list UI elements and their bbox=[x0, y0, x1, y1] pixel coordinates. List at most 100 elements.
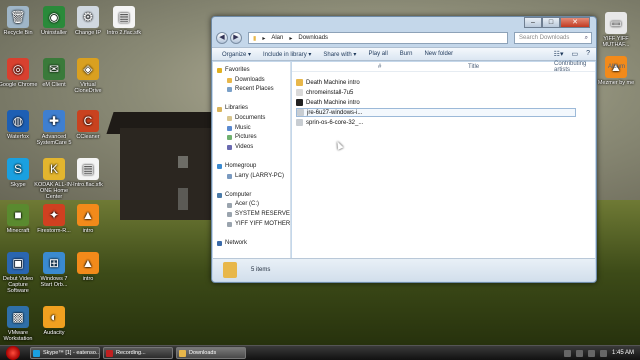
nav-label: Documents bbox=[235, 114, 266, 121]
taskbar-label: Recording... bbox=[116, 350, 146, 356]
desktop-icon[interactable]: ▲ intro bbox=[68, 252, 108, 282]
app-icon: ▤ bbox=[113, 6, 135, 28]
desktop-icon[interactable]: ▲ Mezmer by me bbox=[596, 56, 636, 86]
file-row[interactable]: Death Machine intro bbox=[296, 78, 360, 87]
nav-drive-yiff[interactable]: YIFF YIFF MOTHER F bbox=[213, 220, 290, 230]
column-headers: # Title Contributing artists Album bbox=[292, 61, 625, 73]
file-name: Death Machine intro bbox=[306, 79, 360, 86]
desktop-icon[interactable]: ▭ YIFF YIFF MUTHAF... bbox=[596, 12, 636, 48]
search-input[interactable]: Search Downloads ⌕ bbox=[514, 32, 592, 44]
taskbar-button[interactable]: Downloads bbox=[176, 347, 246, 359]
desktop-icon-label: Google Chrome bbox=[0, 82, 38, 88]
nav-libraries[interactable]: Libraries bbox=[213, 104, 290, 114]
desktop-icon[interactable]: ▤ Intro 2.flac.sfk bbox=[104, 6, 144, 36]
nav-homegroup[interactable]: Homegroup bbox=[213, 162, 290, 172]
nav-drive-system-reserved[interactable]: SYSTEM RESERVED ( bbox=[213, 210, 290, 220]
nav-computer[interactable]: Computer bbox=[213, 191, 290, 201]
burn-button[interactable]: Burn bbox=[400, 51, 413, 57]
new-folder-button[interactable]: New folder bbox=[424, 51, 453, 57]
nav-label: Downloads bbox=[235, 76, 265, 83]
file-name: jre-6u27-windows-i... bbox=[307, 109, 363, 116]
desktop-icon[interactable]: ▣ Debut Video Capture Software bbox=[0, 252, 38, 294]
help-icon[interactable]: ? bbox=[586, 50, 590, 58]
volume-icon[interactable] bbox=[587, 349, 595, 357]
view-options-icon[interactable]: ☷▾ bbox=[554, 50, 564, 58]
nav-recent-places[interactable]: Recent Places bbox=[213, 85, 290, 95]
share-with-button[interactable]: Share with ▾ bbox=[323, 51, 356, 58]
address-bar[interactable]: ▮ ▸ Alan ▸ Downloads bbox=[248, 32, 508, 44]
desktop-icon[interactable]: C CCleaner bbox=[68, 110, 108, 140]
desktop-icon[interactable]: ■ Minecraft bbox=[0, 204, 38, 234]
column-number[interactable]: # bbox=[378, 64, 381, 70]
desktop-icon[interactable]: ▩ VMware Workstation bbox=[0, 306, 38, 342]
search-placeholder: Search Downloads bbox=[519, 35, 570, 41]
system-tray: 1:45 AM bbox=[563, 349, 634, 357]
column-title[interactable]: Title bbox=[468, 64, 479, 70]
network-tray-icon[interactable] bbox=[599, 349, 607, 357]
app-icon: ■ bbox=[7, 204, 29, 226]
tray-icon[interactable] bbox=[563, 349, 571, 357]
app-icon: ◐ bbox=[43, 306, 65, 328]
nav-documents[interactable]: Documents bbox=[213, 114, 290, 124]
desktop-icon[interactable]: ▲ intro bbox=[68, 204, 108, 234]
desktop-icon[interactable]: ◎ Google Chrome bbox=[0, 58, 38, 88]
nav-label: Libraries bbox=[225, 105, 249, 112]
breadcrumb-downloads[interactable]: Downloads bbox=[298, 35, 328, 41]
file-row[interactable]: chromeinstall-7u5 bbox=[296, 88, 353, 97]
desktop-icon[interactable]: ▤ Intro.flac.sfk bbox=[68, 158, 108, 188]
desktop-icon[interactable]: ◐ Audacity bbox=[34, 306, 74, 336]
breadcrumb-alan[interactable]: Alan bbox=[271, 35, 283, 41]
nav-downloads[interactable]: Downloads bbox=[213, 76, 290, 86]
downloads-folder-icon bbox=[227, 77, 232, 83]
nav-larry-pc[interactable]: Larry (LARRY-PC) bbox=[213, 172, 290, 182]
pictures-icon bbox=[227, 135, 232, 141]
nav-music[interactable]: Music bbox=[213, 124, 290, 134]
start-button[interactable] bbox=[6, 346, 20, 360]
maximize-button[interactable]: □ bbox=[542, 17, 560, 28]
nav-favorites[interactable]: Favorites bbox=[213, 66, 290, 76]
videos-icon bbox=[227, 145, 232, 151]
organize-button[interactable]: Organize ▾ bbox=[222, 51, 251, 58]
file-row[interactable]: sprin-os-6-core-32_... bbox=[296, 118, 363, 127]
preview-pane-icon[interactable]: ▭ bbox=[571, 50, 578, 58]
homegroup-icon bbox=[217, 164, 222, 170]
desktop-icon[interactable]: ◈ Virtual CloneDrive bbox=[68, 58, 108, 94]
desktop-icon[interactable]: S Skype bbox=[0, 158, 38, 188]
file-row[interactable]: Death Machine intro bbox=[296, 98, 360, 107]
close-button[interactable]: ✕ bbox=[560, 17, 590, 28]
taskbar-button[interactable]: Recording... bbox=[103, 347, 173, 359]
libraries-icon bbox=[217, 106, 222, 112]
nav-label: SYSTEM RESERVED ( bbox=[235, 210, 290, 217]
play-all-button[interactable]: Play all bbox=[368, 51, 387, 57]
tray-icon[interactable] bbox=[575, 349, 583, 357]
nav-drive-c[interactable]: Acer (C:) bbox=[213, 200, 290, 210]
file-icon bbox=[296, 119, 303, 126]
column-contributing-artists[interactable]: Contributing artists bbox=[554, 61, 595, 73]
back-button[interactable]: ◀ bbox=[216, 32, 228, 44]
app-icon: 🗑 bbox=[7, 6, 29, 28]
taskbar-button[interactable]: Skype™ [1] - eatenso... bbox=[30, 347, 100, 359]
desktop-icon[interactable]: ⚙ Change IP bbox=[68, 6, 108, 36]
clock[interactable]: 1:45 AM bbox=[612, 350, 634, 356]
taskbar-label: Downloads bbox=[189, 350, 217, 356]
forward-button[interactable]: ▶ bbox=[230, 32, 242, 44]
nav-videos[interactable]: Videos bbox=[213, 143, 290, 153]
explorer-window[interactable]: – □ ✕ ◀ ▶ ▮ ▸ Alan ▸ Downloads Search Do… bbox=[211, 16, 625, 283]
include-in-library-button[interactable]: Include in library ▾ bbox=[263, 51, 311, 58]
window-titlebar[interactable]: – □ ✕ bbox=[212, 17, 596, 29]
file-list-pane[interactable]: # Title Contributing artists Album Death… bbox=[292, 61, 625, 259]
wallpaper-barn-door bbox=[178, 188, 188, 210]
desktop-icon-label: Debut Video Capture Software bbox=[2, 276, 34, 294]
file-row[interactable]: jre-6u27-windows-i... bbox=[296, 108, 576, 117]
nav-network[interactable]: Network bbox=[213, 239, 290, 249]
desktop-icon[interactable]: 🗑 Recycle Bin bbox=[0, 6, 38, 36]
drive-icon bbox=[227, 212, 232, 218]
nav-pictures[interactable]: Pictures bbox=[213, 133, 290, 143]
minimize-button[interactable]: – bbox=[524, 17, 542, 28]
taskbar-tasks: Skype™ [1] - eatenso... Recording... Downl… bbox=[30, 347, 249, 359]
breadcrumb-sep-icon: ▸ bbox=[262, 35, 266, 42]
column-album[interactable]: Album bbox=[608, 64, 625, 70]
desktop-icon[interactable]: ◍ Waterfox bbox=[0, 110, 38, 140]
